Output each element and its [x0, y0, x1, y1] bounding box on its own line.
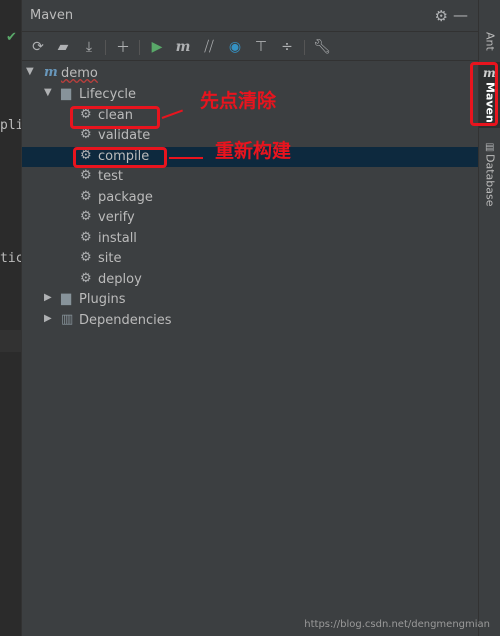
lifecycle-goal[interactable]: ⚙ install [22, 229, 478, 249]
expand-arrow-icon[interactable]: ▼ [44, 87, 52, 98]
wrench-icon[interactable]: 🔧︎ [312, 37, 332, 57]
editor-current-line [0, 330, 22, 352]
offline-icon[interactable]: ◉ [225, 37, 245, 57]
tab-label: Database [483, 153, 497, 207]
gear-icon: ⚙ [80, 250, 92, 265]
goal-label: site [98, 251, 122, 266]
highlight-compile [73, 147, 167, 168]
arrow-icon [169, 157, 203, 159]
lifecycle-goal[interactable]: ⚙ test [22, 167, 478, 187]
tree-node-project[interactable]: ▼ m demo [22, 64, 478, 84]
download-icon[interactable]: ⤓ [79, 37, 99, 57]
check-icon: ✔ [6, 30, 17, 45]
tree-node-label: Lifecycle [79, 87, 137, 102]
library-icon: ▥ [61, 312, 74, 327]
highlight-maven-tab [470, 62, 498, 126]
lifecycle-goal[interactable]: ⚙ site [22, 249, 478, 269]
gear-icon: ⚙ [80, 209, 92, 224]
lifecycle-goal[interactable]: ⚙ package [22, 188, 478, 208]
gear-icon: ⚙ [80, 168, 92, 183]
maven-toolbar: ⟳ ▰ ⤓ ＋ ▶ m ⧸⧸ ◉ ⊤ ÷ 🔧︎ [22, 33, 478, 61]
tool-window-header: Maven ⚙ — [22, 0, 478, 32]
highlight-clean [70, 106, 160, 129]
collapsed-arrow-icon[interactable]: ▶ [44, 313, 52, 324]
tab-label: Ant [483, 31, 497, 51]
database-icon: ▤ [485, 142, 495, 153]
goal-label: package [98, 190, 153, 205]
run-icon[interactable]: ▶ [147, 37, 167, 57]
add-icon[interactable]: ＋ [113, 37, 133, 57]
annotation-first-step: 先点清除 [200, 90, 277, 112]
gear-icon: ⚙ [80, 127, 92, 142]
gear-icon[interactable]: ⚙ [435, 7, 448, 25]
tab-ant[interactable]: Ant [479, 24, 500, 58]
folder-icon: ▆ [61, 86, 71, 101]
goal-label: validate [98, 128, 151, 143]
folder-icon: ▆ [61, 291, 71, 306]
collapsed-arrow-icon[interactable]: ▶ [44, 292, 52, 303]
editor-gutter: ✔ pli tic [0, 0, 24, 636]
goal-label: install [98, 231, 137, 246]
minimize-icon[interactable]: — [453, 6, 468, 24]
goal-label: deploy [98, 272, 142, 287]
goal-label: test [98, 169, 123, 184]
skip-tests-icon[interactable]: ⧸⧸ [199, 37, 219, 57]
expand-arrow-icon[interactable]: ▼ [26, 66, 34, 77]
editor-text-fragment: tic [0, 251, 24, 266]
generate-sources-icon[interactable]: ▰ [53, 37, 73, 57]
goal-label: verify [98, 210, 135, 225]
tree-node-label: Dependencies [79, 313, 172, 328]
collapse-all-icon[interactable]: ÷ [277, 37, 297, 57]
watermark: https://blog.csdn.net/dengmengmian [304, 619, 490, 630]
tool-window-title: Maven [30, 8, 74, 23]
gear-icon: ⚙ [80, 189, 92, 204]
lifecycle-goal[interactable]: ⚙ verify [22, 208, 478, 228]
tree-node-label: Plugins [79, 292, 126, 307]
gear-icon: ⚙ [80, 230, 92, 245]
tree-node-label: demo [61, 66, 98, 81]
tree-node-plugins[interactable]: ▶ ▆ Plugins [22, 290, 478, 310]
tree-node-dependencies[interactable]: ▶ ▥ Dependencies [22, 311, 478, 331]
maven-goal-icon[interactable]: m [173, 37, 193, 57]
gear-icon: ⚙ [80, 271, 92, 286]
lifecycle-goal[interactable]: ⚙ deploy [22, 270, 478, 290]
reimport-icon[interactable]: ⟳ [28, 37, 48, 57]
annotation-second-step: 重新构建 [215, 140, 292, 162]
editor-text-fragment: pli [0, 118, 24, 133]
show-dependencies-icon[interactable]: ⊤ [251, 37, 271, 57]
maven-project-icon: m [44, 65, 58, 80]
